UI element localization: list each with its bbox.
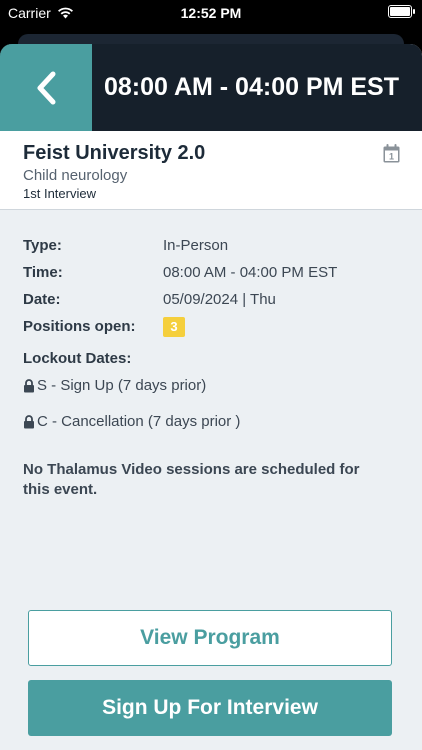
event-specialty: Child neurology [23, 167, 128, 184]
lockout-item-signup: S - Sign Up (7 days prior) [23, 377, 399, 394]
back-button[interactable] [0, 44, 92, 131]
battery-icon [388, 5, 415, 18]
event-summary: Feist University 2.0 Child neurology 1st… [0, 131, 422, 210]
positions-label: Positions open: [23, 318, 136, 335]
lockout-title: Lockout Dates: [23, 350, 132, 367]
lock-icon [24, 414, 34, 428]
date-value: 05/09/2024 | Thu [163, 291, 276, 308]
event-round: 1st Interview [23, 186, 96, 201]
type-value: In-Person [163, 237, 229, 254]
status-bar: Carrier 12:52 PM [0, 0, 422, 28]
chevron-left-icon [37, 71, 56, 104]
positions-row: Positions open: 3 [23, 313, 399, 340]
type-label: Type: [23, 237, 62, 254]
view-program-button[interactable]: View Program [28, 610, 392, 666]
header-bar: 08:00 AM - 04:00 PM EST [0, 44, 422, 131]
time-label: Time: [23, 264, 63, 281]
video-session-note: No Thalamus Video sessions are scheduled… [23, 461, 360, 498]
lockout-signup-text: S - Sign Up (7 days prior) [37, 377, 207, 394]
sign-up-button[interactable]: Sign Up For Interview [28, 680, 392, 736]
event-title: Feist University 2.0 [23, 142, 206, 164]
time-value: 08:00 AM - 04:00 PM EST [163, 264, 338, 281]
date-row: Date: 05/09/2024 | Thu [23, 286, 399, 313]
time-row: Time: 08:00 AM - 04:00 PM EST [23, 259, 399, 286]
page-title: 08:00 AM - 04:00 PM EST [104, 73, 400, 101]
status-time: 12:52 PM [180, 5, 242, 21]
lockout-cancellation-text: C - Cancellation (7 days prior ) [37, 413, 241, 430]
positions-badge: 3 [163, 316, 185, 337]
type-row: Type: In-Person [23, 232, 399, 259]
date-label: Date: [23, 291, 61, 308]
calendar-icon[interactable]: 1 [383, 144, 400, 163]
event-detail-sheet: 08:00 AM - 04:00 PM EST Feist University… [0, 44, 422, 750]
lockout-item-cancellation: C - Cancellation (7 days prior ) [23, 413, 399, 430]
lock-icon [24, 378, 34, 392]
svg-text:1: 1 [389, 152, 394, 162]
event-details: Type: In-Person Time: 08:00 AM - 04:00 P… [0, 210, 422, 500]
